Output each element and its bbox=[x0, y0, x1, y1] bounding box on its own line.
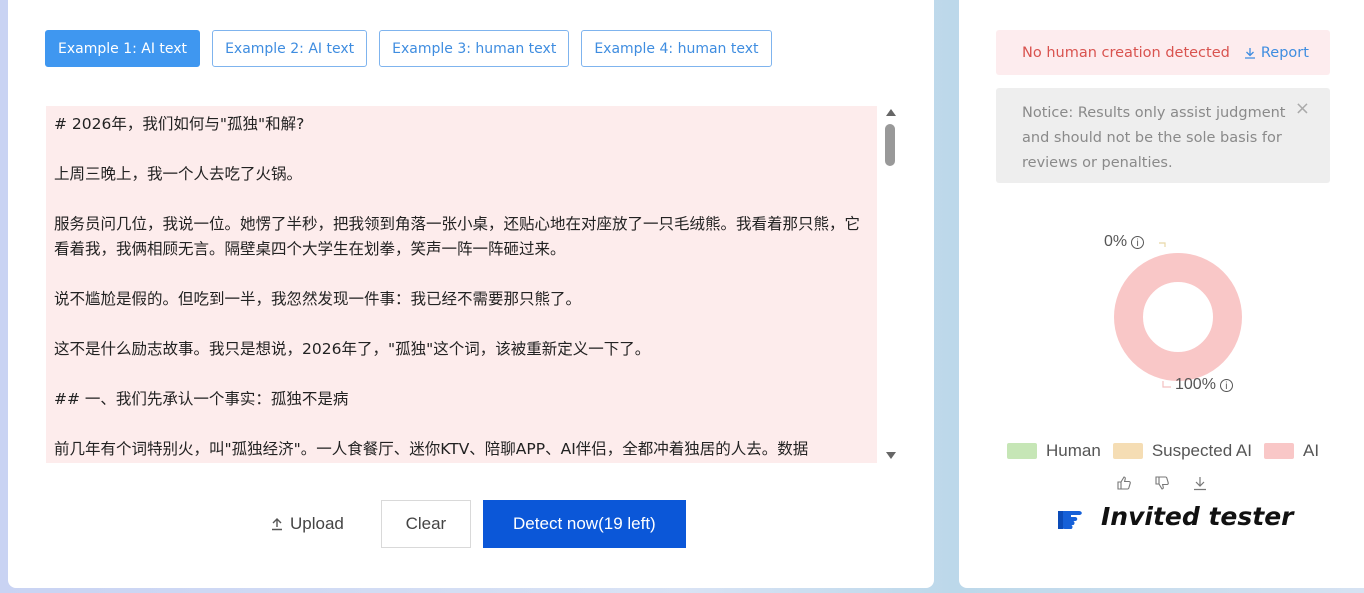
legend-item-suspected-ai: Suspected AI bbox=[1112, 441, 1252, 461]
download-icon bbox=[1244, 47, 1255, 59]
ai-percent-value: 100% bbox=[1175, 376, 1216, 393]
text-scrollbar[interactable] bbox=[884, 106, 898, 463]
notice-box: Notice: Results only assist judgment and… bbox=[996, 88, 1330, 183]
download-icon[interactable] bbox=[1192, 475, 1208, 491]
legend-item-human: Human bbox=[1007, 441, 1101, 461]
detect-button[interactable]: Detect now(19 left) bbox=[482, 500, 686, 548]
human-percent-label: 0% i bbox=[1104, 233, 1145, 251]
scroll-thumb[interactable] bbox=[885, 124, 895, 166]
text-paragraph: 说不尴尬是假的。但吃到一半，我忽然发现一件事：我已经不需要那只熊了。 bbox=[54, 290, 582, 308]
tab-example-2[interactable]: Example 2: AI text bbox=[212, 30, 368, 67]
legend-label: Human bbox=[1046, 441, 1101, 460]
notice-text: Notice: Results only assist judgment and… bbox=[1022, 105, 1286, 171]
donut-slice-ai[interactable] bbox=[1114, 253, 1242, 381]
human-percent-value: 0% bbox=[1104, 233, 1128, 250]
chart-legend: Human Suspected AI AI bbox=[1007, 441, 1319, 461]
info-icon[interactable]: i bbox=[1219, 378, 1233, 392]
human-label-leader-line bbox=[1159, 242, 1166, 247]
scroll-down-arrow-icon[interactable] bbox=[886, 452, 896, 459]
info-icon[interactable]: i bbox=[1131, 235, 1145, 249]
pointing-hand-icon bbox=[1058, 510, 1082, 529]
text-paragraph: # 2026年，我们如何与"孤独"和解? bbox=[54, 115, 305, 133]
thumbs-up-icon[interactable] bbox=[1116, 475, 1132, 491]
close-icon[interactable]: × bbox=[1295, 96, 1310, 121]
example-tabs: Example 1: AI text Example 2: AI text Ex… bbox=[45, 30, 772, 67]
detection-alert: No human creation detected Report bbox=[996, 30, 1330, 75]
result-donut-chart: 0% i 100% i bbox=[1079, 233, 1299, 410]
thumbs-down-icon[interactable] bbox=[1154, 475, 1170, 491]
legend-swatch bbox=[1007, 443, 1037, 459]
legend-label: Suspected AI bbox=[1151, 441, 1252, 460]
scroll-up-arrow-icon[interactable] bbox=[886, 109, 896, 116]
tab-example-3[interactable]: Example 3: human text bbox=[379, 30, 570, 67]
text-paragraph: 这不是什么励志故事。我只是想说，2026年了，"孤独"这个词，该被重新定义一下了… bbox=[54, 340, 651, 358]
upload-label: Upload bbox=[290, 514, 344, 533]
text-paragraph: 前几年有个词特别火，叫"孤独经济"。一人食餐厅、迷你KTV、陪聊APP、AI伴侣… bbox=[54, 440, 809, 458]
alert-message: No human creation detected bbox=[1022, 44, 1230, 61]
legend-swatch bbox=[1112, 443, 1143, 459]
text-input-area[interactable]: # 2026年，我们如何与"孤独"和解? 上周三晚上，我一个人去吃了火锅。 服务… bbox=[46, 106, 877, 463]
report-button[interactable]: Report bbox=[1244, 45, 1309, 61]
text-paragraph: 上周三晚上，我一个人去吃了火锅。 bbox=[54, 165, 303, 183]
legend-swatch bbox=[1264, 443, 1294, 459]
text-paragraph: 服务员问几位，我说一位。她愣了半秒，把我领到角落一张小桌，还贴心地在对座放了一只… bbox=[54, 215, 861, 258]
ai-label-leader-line bbox=[1162, 381, 1171, 388]
ai-percent-label: 100% i bbox=[1175, 376, 1233, 394]
result-panel: No human creation detected Report Notice… bbox=[959, 0, 1364, 588]
action-bar: Upload Clear Detect now(19 left) bbox=[258, 500, 686, 548]
legend-label: AI bbox=[1303, 441, 1320, 460]
feedback-bar bbox=[1116, 475, 1208, 491]
tab-example-1[interactable]: Example 1: AI text bbox=[45, 30, 201, 67]
upload-icon bbox=[272, 518, 282, 531]
tester-label: Invited tester bbox=[1101, 502, 1294, 531]
text-paragraph: ## 一、我们先承认一个事实：孤独不是病 bbox=[54, 390, 349, 408]
report-label: Report bbox=[1260, 44, 1309, 61]
upload-button[interactable]: Upload bbox=[258, 500, 356, 548]
tab-example-4[interactable]: Example 4: human text bbox=[581, 30, 772, 67]
invited-tester-badge: Invited tester bbox=[1057, 502, 1294, 531]
legend-item-ai: AI bbox=[1264, 441, 1319, 461]
clear-button[interactable]: Clear bbox=[380, 500, 471, 548]
